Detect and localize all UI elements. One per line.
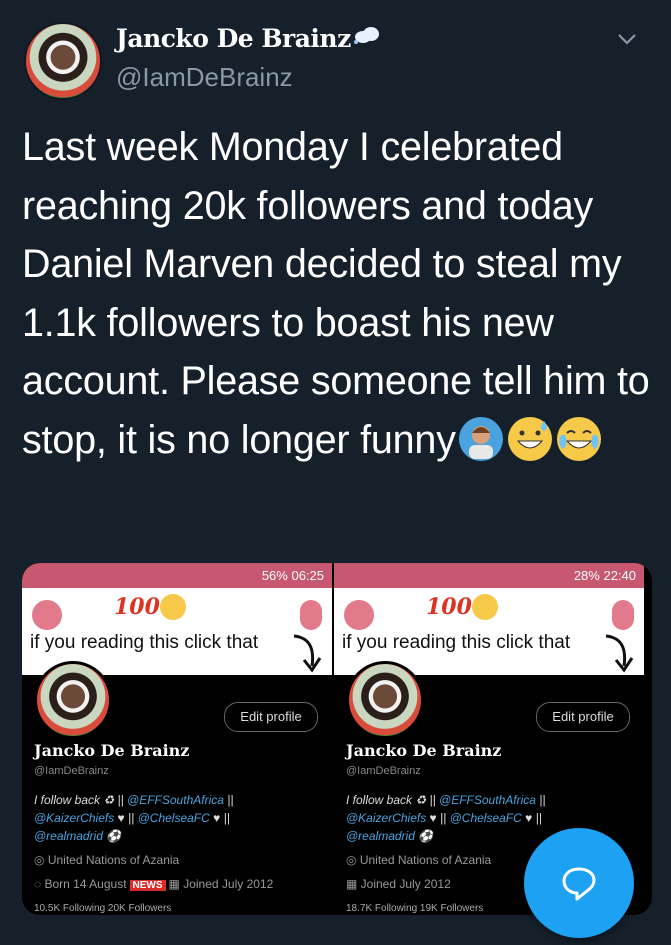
compose-reply-button[interactable]	[524, 828, 634, 938]
compose-reply-icon	[562, 867, 596, 901]
profile-location: ◎ United Nations of Azania	[34, 853, 180, 867]
joined-text: Joined July 2012	[183, 877, 274, 891]
more-options-icon	[300, 600, 322, 630]
profile-meta: ◌ Born 14 August NEWS ▦ Joined July 2012	[34, 877, 274, 891]
profile-handle: @IamDeBrainz	[346, 765, 421, 777]
display-name-text: Jancko De Brainz	[116, 24, 351, 53]
profile-bio: I follow back ♻ || @EFFSouthAfrica || @K…	[34, 793, 234, 843]
status-bar: 56% 06:25	[22, 563, 332, 588]
chevron-down-icon[interactable]	[614, 26, 640, 52]
follow-counts: 10.5K Following 20K Followers	[34, 903, 172, 914]
tweet-text: Last week Monday I celebrated reaching 2…	[22, 118, 652, 469]
bio-mention: @KaizerChiefs	[34, 811, 115, 825]
bio-mention: @realmadrid	[346, 829, 415, 843]
man-gesturing-no-icon	[458, 416, 503, 461]
bio-mention: @ChelseaFC	[137, 811, 210, 825]
bio-text: I follow back	[346, 793, 413, 807]
joined-text: Joined July 2012	[360, 877, 451, 891]
location-text: United Nations of Azania	[359, 853, 492, 867]
profile-location: ◎ United Nations of Azania	[346, 853, 492, 867]
curved-arrow-icon	[293, 634, 322, 673]
bio-mention: @ChelseaFC	[449, 811, 522, 825]
overlay-text: if you reading this click that	[342, 632, 571, 653]
profile-name: Jancko De Brainz	[346, 741, 502, 760]
bio-mention: @KaizerChiefs	[346, 811, 427, 825]
display-name[interactable]: Jancko De Brainz	[116, 24, 381, 53]
profile-name: Jancko De Brainz	[34, 741, 190, 760]
back-arrow-icon	[32, 600, 62, 630]
birthday-text: Born 14 August	[44, 877, 127, 891]
tears-of-joy-icon	[556, 416, 601, 461]
screenshot-left[interactable]: 56% 06:25 100 if you reading this click …	[22, 563, 332, 915]
back-arrow-icon	[344, 600, 374, 630]
avatar[interactable]	[24, 22, 102, 100]
grinning-sweat-icon	[507, 416, 552, 461]
tweet-header: Jancko De Brainz @IamDeBrainz	[0, 0, 671, 110]
user-handle[interactable]: @IamDeBrainz	[116, 62, 293, 93]
status-bar: 28% 22:40	[334, 563, 644, 588]
location-text: United Nations of Azania	[47, 853, 180, 867]
fire-emoji-icon	[472, 594, 498, 620]
profile-handle: @IamDeBrainz	[34, 765, 109, 777]
bio-mention: @realmadrid	[34, 829, 103, 843]
cloud-emoji-icon	[353, 27, 379, 44]
more-options-icon	[612, 600, 634, 630]
tweet-body: Last week Monday I celebrated reaching 2…	[22, 125, 650, 462]
news-badge: NEWS	[129, 880, 166, 891]
overlay-text: if you reading this click that	[30, 632, 259, 653]
edit-profile-button: Edit profile	[224, 702, 318, 732]
bio-text: I follow back	[34, 793, 101, 807]
edit-profile-button: Edit profile	[536, 702, 630, 732]
curved-arrow-icon	[605, 634, 634, 673]
hundred-emoji-icon: 100	[114, 594, 160, 620]
fire-emoji-icon	[160, 594, 186, 620]
profile-avatar	[34, 661, 112, 739]
profile-avatar	[346, 661, 424, 739]
profile-meta: ▦ Joined July 2012	[346, 877, 451, 891]
bio-mention: @EFFSouthAfrica	[439, 793, 536, 807]
hundred-emoji-icon: 100	[426, 594, 472, 620]
follow-counts: 18.7K Following 19K Followers	[346, 903, 484, 914]
bio-mention: @EFFSouthAfrica	[127, 793, 224, 807]
